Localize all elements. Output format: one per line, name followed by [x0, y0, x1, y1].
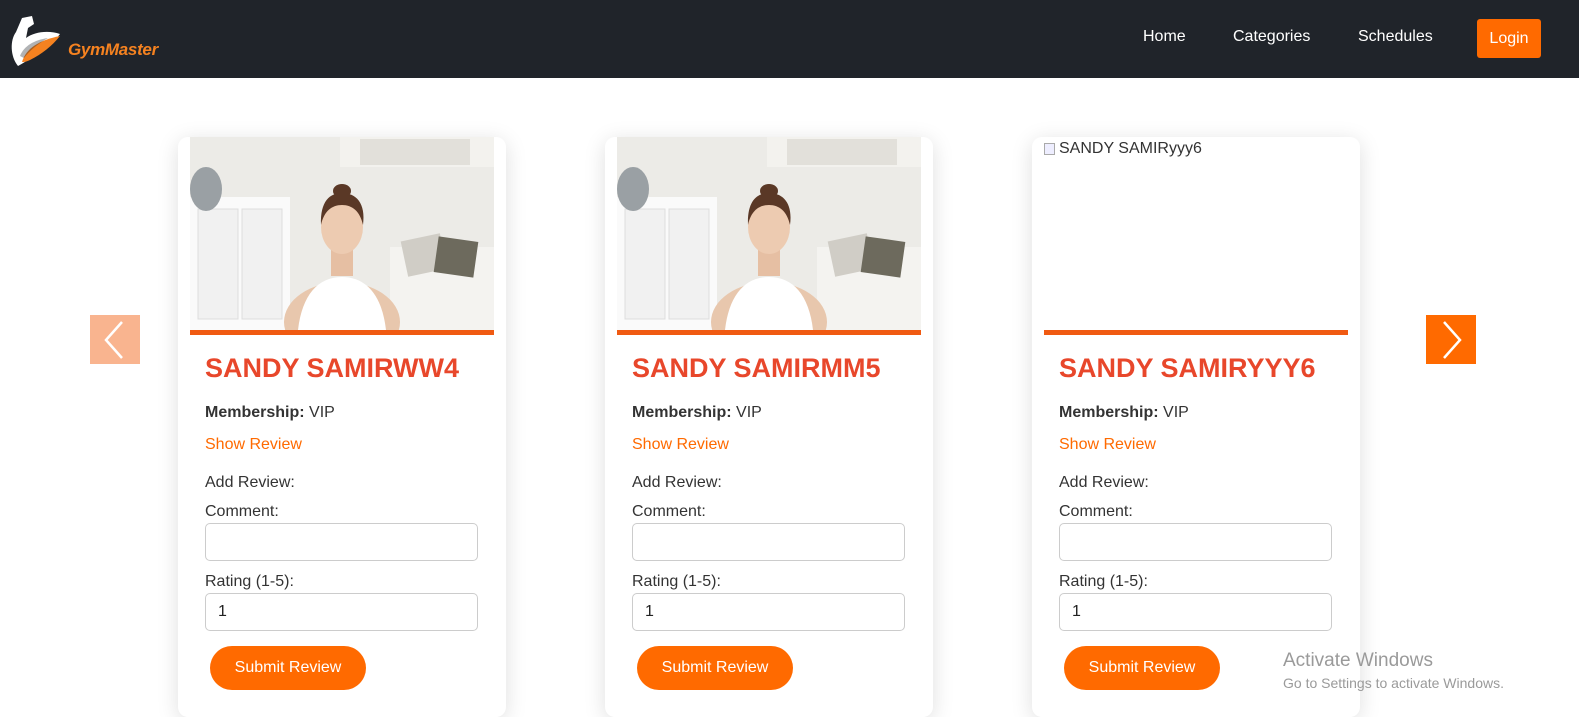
- image-divider: [190, 330, 494, 335]
- add-review-label: Add Review:: [205, 474, 295, 491]
- nav-categories-link[interactable]: Categories: [1233, 28, 1310, 46]
- membership-info: Membership: VIP: [632, 404, 762, 422]
- activate-windows-watermark: Activate Windows Go to Settings to activ…: [1283, 650, 1504, 691]
- comment-label: Comment:: [1059, 503, 1133, 520]
- trainer-photo: [190, 137, 494, 330]
- show-review-link[interactable]: Show Review: [632, 436, 729, 454]
- rating-input[interactable]: 1: [205, 593, 478, 631]
- membership-value: VIP: [736, 404, 762, 421]
- trainer-card: SANDY SAMIRMM5 Membership: VIP Show Revi…: [605, 137, 933, 717]
- brand-logo[interactable]: GymMaster: [8, 12, 168, 70]
- trainer-name: SANDY SAMIRMM5: [632, 353, 881, 383]
- submit-review-button[interactable]: Submit Review: [210, 646, 366, 690]
- comment-input[interactable]: [632, 523, 905, 561]
- flexed-arm-icon: [11, 16, 61, 66]
- trainer-photo: [617, 137, 921, 330]
- rating-label: Rating (1-5):: [1059, 573, 1148, 590]
- membership-label: Membership:: [1059, 404, 1159, 421]
- broken-image-icon: [1044, 143, 1055, 155]
- rating-label: Rating (1-5):: [632, 573, 721, 590]
- comment-input[interactable]: [205, 523, 478, 561]
- trainer-card: SANDY SAMIRWW4 Membership: VIP Show Revi…: [178, 137, 506, 717]
- brand-name: GymMaster: [68, 40, 158, 59]
- trainer-card: SANDY SAMIRyyy6 SANDY SAMIRYYY6 Membersh…: [1032, 137, 1360, 717]
- chevron-left-icon: [104, 320, 123, 359]
- carousel-next-button[interactable]: [1426, 315, 1476, 364]
- membership-info: Membership: VIP: [1059, 404, 1189, 422]
- submit-review-button[interactable]: Submit Review: [1064, 646, 1220, 690]
- trainer-photo-broken: SANDY SAMIRyyy6: [1044, 137, 1348, 330]
- rating-input[interactable]: 1: [632, 593, 905, 631]
- trainer-name: SANDY SAMIRYYY6: [1059, 353, 1316, 383]
- comment-label: Comment:: [205, 503, 279, 520]
- chevron-right-icon: [1443, 320, 1462, 359]
- membership-label: Membership:: [632, 404, 732, 421]
- rating-input[interactable]: 1: [1059, 593, 1332, 631]
- nav-schedules-link[interactable]: Schedules: [1358, 28, 1433, 46]
- trainer-name: SANDY SAMIRWW4: [205, 353, 460, 383]
- image-divider: [617, 330, 921, 335]
- membership-value: VIP: [309, 404, 335, 421]
- navbar: GymMaster Home Categories Schedules Logi…: [0, 0, 1579, 78]
- submit-review-button[interactable]: Submit Review: [637, 646, 793, 690]
- membership-value: VIP: [1163, 404, 1189, 421]
- show-review-link[interactable]: Show Review: [1059, 436, 1156, 454]
- membership-info: Membership: VIP: [205, 404, 335, 422]
- image-divider: [1044, 330, 1348, 335]
- add-review-label: Add Review:: [1059, 474, 1149, 491]
- membership-label: Membership:: [205, 404, 305, 421]
- show-review-link[interactable]: Show Review: [205, 436, 302, 454]
- image-alt-text: SANDY SAMIRyyy6: [1044, 140, 1202, 158]
- image-alt-label: SANDY SAMIRyyy6: [1059, 140, 1202, 157]
- login-button[interactable]: Login: [1477, 19, 1541, 58]
- watermark-title: Activate Windows: [1283, 650, 1433, 671]
- add-review-label: Add Review:: [632, 474, 722, 491]
- watermark-subtitle: Go to Settings to activate Windows.: [1283, 675, 1504, 691]
- comment-input[interactable]: [1059, 523, 1332, 561]
- nav-home-link[interactable]: Home: [1143, 28, 1186, 46]
- comment-label: Comment:: [632, 503, 706, 520]
- carousel-prev-button[interactable]: [90, 315, 140, 364]
- rating-label: Rating (1-5):: [205, 573, 294, 590]
